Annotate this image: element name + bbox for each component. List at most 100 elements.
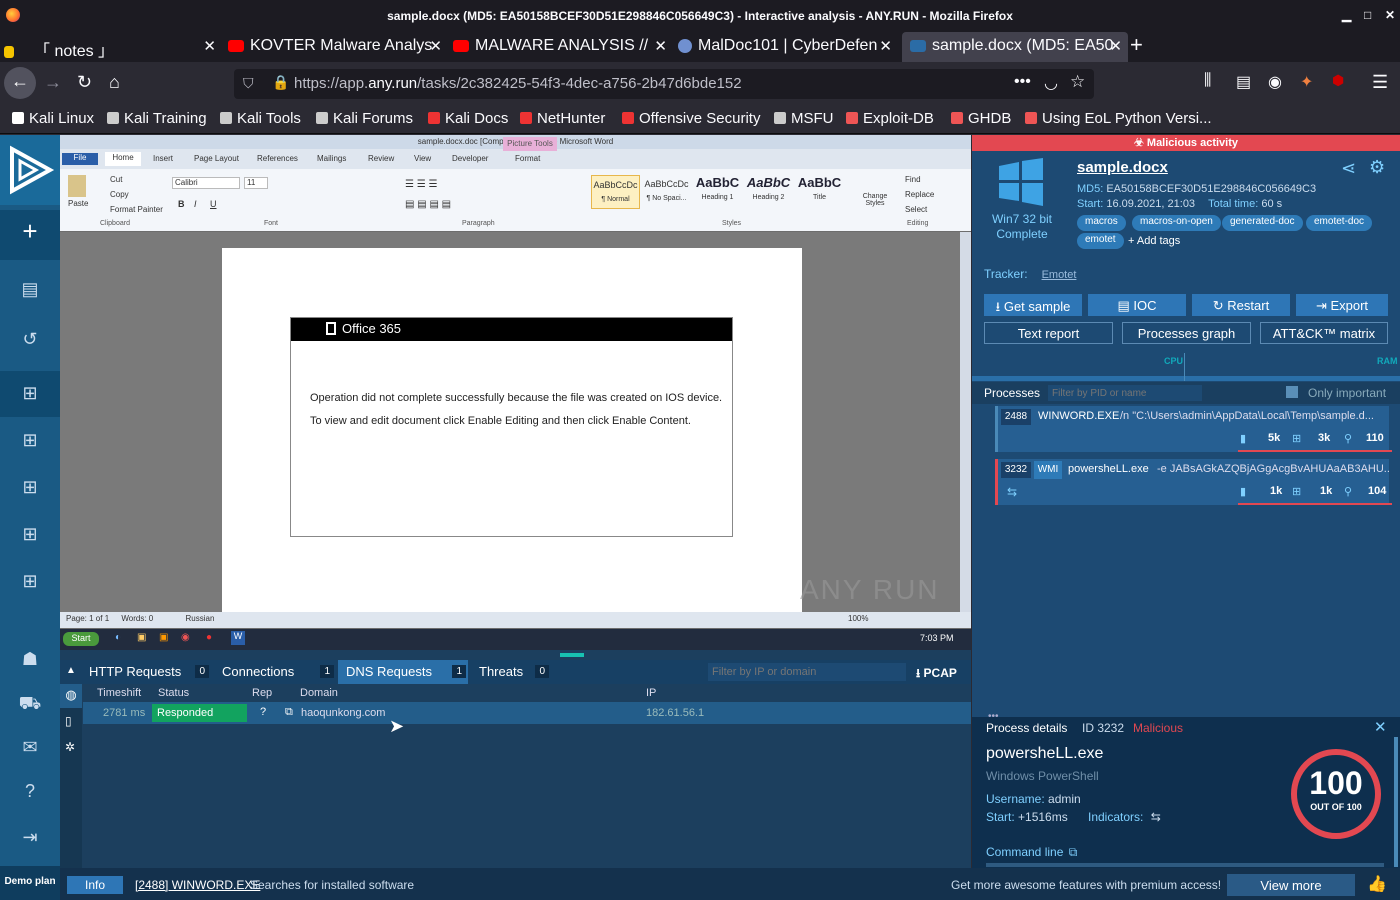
ribbon-tab-view[interactable]: View (414, 154, 431, 163)
bookmark-kali-forums[interactable]: Kali Forums (316, 110, 413, 127)
profile-icon[interactable]: ☗ (0, 637, 60, 683)
new-task-button[interactable]: + (0, 210, 60, 260)
text-report-button[interactable]: Text report (984, 322, 1113, 344)
process-row-2488[interactable]: 2488 WINWORD.EXE /n "C:\Users\admin\AppD… (995, 406, 1392, 452)
url-bar[interactable]: ⛉ 🔒 https://app.any.run/tasks/2c382425-5… (234, 69, 1094, 99)
antivirus-icon[interactable]: ● (206, 632, 212, 643)
bookmark-nethunter[interactable]: NetHunter (520, 110, 605, 127)
back-button[interactable]: ← (4, 67, 36, 99)
view-more-button[interactable]: View more (1227, 874, 1355, 896)
tab-kovter[interactable]: KOVTER Malware Analys ✕ (228, 32, 448, 62)
bookmark-msfu[interactable]: MSFU (774, 110, 834, 127)
close-window-icon[interactable]: ✕ (1385, 8, 1395, 22)
windows-task-4-icon[interactable]: ⊞ (0, 512, 60, 558)
change-styles-button[interactable]: Change Styles (860, 193, 890, 207)
style-heading-1[interactable]: AaBbC Heading 1 (693, 175, 742, 209)
bookmark-kali-tools[interactable]: Kali Tools (220, 110, 301, 127)
word-taskbar-icon[interactable]: W (231, 631, 245, 645)
replace-button[interactable]: Replace (905, 190, 934, 199)
indicator-icon[interactable]: ⇆ (1151, 810, 1161, 824)
close-tab-icon[interactable]: ✕ (879, 37, 892, 55)
format-painter-button[interactable]: Format Painter (110, 205, 163, 214)
attck-matrix-button[interactable]: ATT&CK™ matrix (1260, 322, 1388, 344)
paste-label[interactable]: Paste (68, 199, 88, 208)
new-tab-button[interactable]: + (1130, 32, 1154, 62)
windows-task-1-icon[interactable]: ⊞ (0, 371, 60, 417)
bookmark-kali-docs[interactable]: Kali Docs (428, 110, 508, 127)
only-important-checkbox[interactable] (1286, 386, 1298, 398)
anyrun-logo[interactable] (0, 135, 60, 205)
style-heading-2[interactable]: AaBbC Heading 2 (744, 175, 793, 209)
bookmark-exploit-db[interactable]: Exploit-DB (846, 110, 934, 127)
col-ip[interactable]: IP (646, 687, 656, 699)
bookmark-kali-linux[interactable]: Kali Linux (12, 110, 94, 127)
media-icon[interactable]: ▣ (159, 632, 168, 643)
collapse-panel-icon[interactable]: ▲ (66, 665, 76, 676)
settings-gear-icon[interactable]: ⚙ (1369, 157, 1385, 178)
ie-icon[interactable]: ◐ (115, 632, 121, 643)
command-line-box[interactable] (986, 863, 1384, 867)
windows-task-2-icon[interactable]: ⊞ (0, 418, 60, 464)
select-button[interactable]: Select (905, 205, 927, 214)
ribbon-tab-references[interactable]: References (257, 154, 298, 163)
history-icon[interactable]: ↺ (0, 317, 60, 363)
tag-macros[interactable]: macros (1077, 215, 1126, 231)
demo-plan-badge[interactable]: Demo plan (0, 866, 60, 900)
globe-icon[interactable]: ◍ (60, 684, 82, 708)
col-status[interactable]: Status (158, 687, 189, 699)
tab-http-requests[interactable]: HTTP Requests 0 (81, 660, 211, 684)
start-button[interactable]: Start (63, 632, 99, 646)
cut-button[interactable]: Cut (110, 175, 122, 184)
process-filter-input[interactable] (1048, 385, 1202, 401)
ribbon-tab-file[interactable]: File (62, 153, 98, 165)
add-tags-button[interactable]: + Add tags (1128, 235, 1180, 247)
logout-icon[interactable]: ⇥ (0, 815, 60, 861)
close-tab-icon[interactable]: ✕ (1109, 37, 1122, 55)
windows-task-3-icon[interactable]: ⊞ (0, 465, 60, 511)
tab-sample-docx[interactable]: sample.docx (MD5: EA50 ✕ (902, 32, 1128, 62)
font-size-select[interactable]: 11 (244, 177, 268, 189)
tab-dns-requests[interactable]: DNS Requests 1 (338, 660, 468, 684)
tab-connections[interactable]: Connections 1 (214, 660, 336, 684)
cart-icon[interactable]: ⛟ (0, 681, 60, 727)
menu-icon[interactable]: ☰ (1372, 72, 1388, 93)
copy-icon[interactable]: ⧉ (1069, 845, 1078, 859)
close-tab-icon[interactable]: ✕ (429, 37, 442, 55)
bookmark-kali-training[interactable]: Kali Training (107, 110, 207, 127)
info-badge[interactable]: Info (67, 876, 123, 894)
home-button[interactable]: ⌂ (109, 72, 120, 93)
ribbon-tab-mailings[interactable]: Mailings (317, 154, 346, 163)
tag-generated-doc[interactable]: generated-doc (1222, 215, 1303, 231)
ribbon-tab-insert[interactable]: Insert (153, 154, 173, 163)
mail-icon[interactable]: ✉ (0, 725, 60, 771)
details-scrollbar[interactable] (1394, 737, 1398, 867)
reports-icon[interactable]: ▤ (0, 267, 60, 313)
style-title[interactable]: AaBbC Title (795, 175, 844, 209)
bookmark-ghdb[interactable]: GHDB (951, 110, 1011, 127)
next-screenshot-icon[interactable]: 🡒 (540, 588, 599, 614)
bold-button[interactable]: B (178, 199, 185, 209)
find-button[interactable]: Find (905, 175, 921, 184)
ribbon-tab-page-layout[interactable]: Page Layout (194, 154, 239, 163)
ribbon-tab-format[interactable]: Format (515, 154, 540, 163)
processes-graph-button[interactable]: Processes graph (1122, 322, 1251, 344)
tracker-link[interactable]: Emotet (1042, 269, 1077, 281)
status-process-link[interactable]: [2488] WINWORD.EXE (135, 878, 260, 892)
tab-notes[interactable]: 「 notes 」 ✕ (4, 32, 222, 62)
maximize-icon[interactable]: □ (1364, 8, 1371, 22)
tag-emotet-doc[interactable]: emotet-doc (1306, 215, 1373, 231)
help-icon[interactable]: ? (0, 769, 60, 815)
ribbon-tab-home[interactable]: Home (105, 152, 141, 166)
col-rep[interactable]: Rep (252, 687, 272, 699)
forward-button[interactable]: → (44, 72, 62, 93)
ioc-button[interactable]: ▤ IOC (1088, 294, 1186, 316)
paste-icon[interactable] (68, 175, 86, 197)
account-icon[interactable]: ◉ (1268, 72, 1282, 92)
align-icons[interactable]: ▤ ▤ ▤ ▤ (405, 199, 451, 210)
library-icon[interactable]: ⫼ (1204, 72, 1211, 90)
export-button[interactable]: ⇥ Export (1296, 294, 1388, 316)
restart-button[interactable]: ↻ Restart (1192, 294, 1290, 316)
page-actions-icon[interactable]: ••• (1014, 73, 1031, 91)
style-normal[interactable]: AaBbCcDc ¶ Normal (591, 175, 640, 209)
share-icon[interactable]: ⋖ (1341, 158, 1356, 179)
